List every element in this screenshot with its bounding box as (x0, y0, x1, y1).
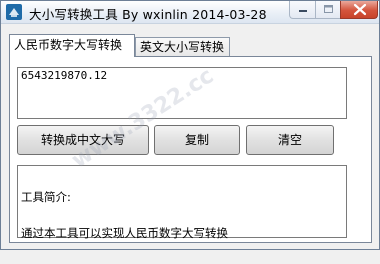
app-window: 大小写转换工具 By wxinlin 2014-03-28 人民币数字大写转换 … (0, 0, 380, 250)
app-icon (6, 4, 22, 20)
maximize-icon (324, 5, 333, 13)
intro-text: 通过本工具可以实现人民币数字大写转换 (21, 226, 228, 240)
maximize-button[interactable] (315, 1, 340, 19)
window-title: 大小写转换工具 By wxinlin 2014-03-28 (29, 7, 267, 22)
minimize-button[interactable] (289, 1, 315, 19)
clear-button[interactable]: 清空 (246, 125, 334, 155)
close-button[interactable] (340, 1, 378, 19)
minimize-icon (299, 10, 307, 12)
title-bar[interactable]: 大小写转换工具 By wxinlin 2014-03-28 (1, 1, 379, 24)
close-icon (353, 3, 367, 16)
tab-rmb-uppercase[interactable]: 人民币数字大写转换 (9, 34, 135, 57)
intro-textarea[interactable]: 工具简介: 通过本工具可以实现人民币数字大写转换 (17, 165, 347, 240)
copy-button[interactable]: 复制 (154, 125, 240, 155)
convert-button[interactable]: 转换成中文大写 (17, 125, 149, 155)
intro-heading: 工具简介: (21, 190, 71, 204)
tab-english-case[interactable]: 英文大小写转换 (135, 37, 230, 57)
number-input[interactable]: 6543219870.12 (17, 67, 347, 119)
